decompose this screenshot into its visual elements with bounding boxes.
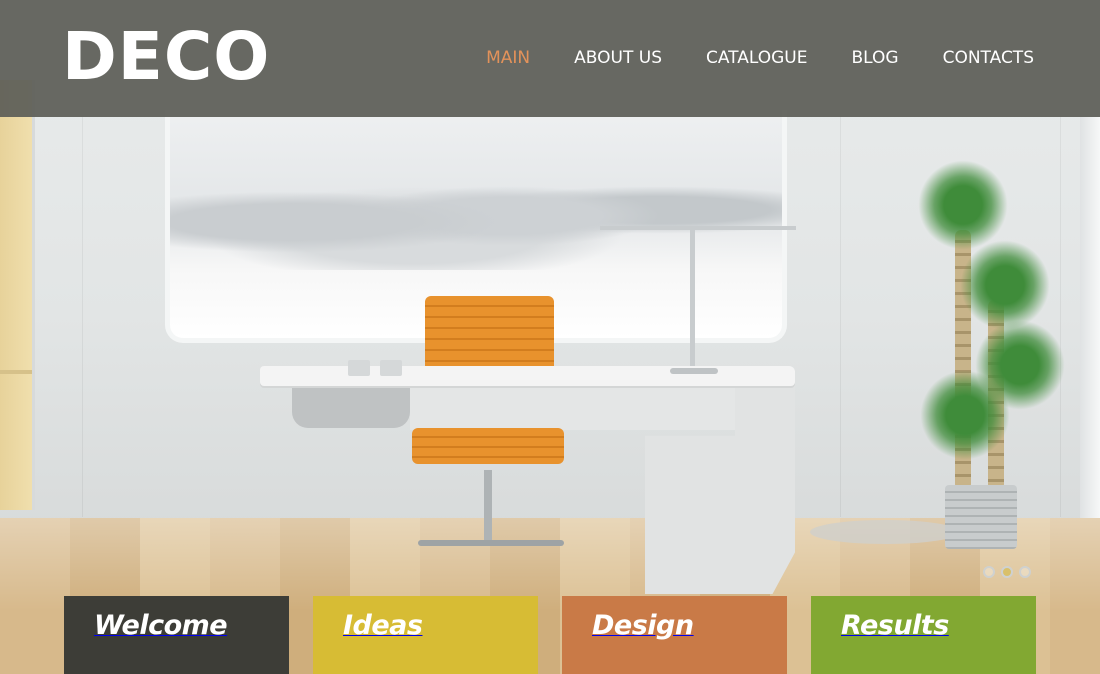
tile-label: Design: [592, 610, 694, 641]
plant-pot: [945, 485, 1017, 549]
side-window: [1080, 117, 1100, 562]
site-logo[interactable]: DECO: [62, 20, 270, 94]
plant-leaves: [960, 240, 1050, 330]
nav-catalogue[interactable]: CATALOGUE: [706, 46, 807, 70]
site-header: DECO MAIN ABOUT US CATALOGUE BLOG CONTAC…: [0, 0, 1100, 117]
chair-seat: [412, 428, 564, 464]
nav-about-us[interactable]: ABOUT US: [574, 46, 662, 70]
cabinet: [0, 80, 35, 510]
tile-label: Welcome: [94, 610, 228, 641]
nav-main[interactable]: MAIN: [486, 46, 530, 70]
tile-label: Results: [841, 610, 949, 641]
chair-base: [418, 540, 564, 546]
tile-label: Ideas: [343, 610, 423, 641]
slider-pagination: [983, 566, 1031, 578]
rug: [810, 520, 960, 544]
slider-dot[interactable]: [1019, 566, 1031, 578]
pencil-cup: [348, 360, 370, 376]
slider-dot-active[interactable]: [1001, 566, 1013, 578]
desk-lamp-pole: [690, 230, 695, 370]
nav-blog[interactable]: BLOG: [851, 46, 898, 70]
plant-leaves: [920, 370, 1010, 460]
tile-ideas[interactable]: Ideas: [313, 596, 538, 674]
main-nav: MAIN ABOUT US CATALOGUE BLOG CONTACTS: [442, 46, 1034, 70]
pencil-cup: [380, 360, 402, 376]
chair-pole: [484, 470, 492, 540]
tile-design[interactable]: Design: [562, 596, 787, 674]
tile-results[interactable]: Results: [811, 596, 1036, 674]
slider-dot[interactable]: [983, 566, 995, 578]
feature-tiles: Welcome Ideas Design Results: [64, 596, 1036, 674]
tile-welcome[interactable]: Welcome: [64, 596, 289, 674]
plant-leaves: [918, 160, 1008, 250]
wall-panel-divider: [840, 117, 841, 517]
wall-panel-divider: [82, 117, 83, 517]
cabinet-divider: [0, 370, 32, 374]
desk-lamp-arm: [600, 226, 796, 230]
chair-back: [425, 296, 554, 366]
wall-panel-divider: [1060, 117, 1061, 517]
desk-lamp-base: [670, 368, 718, 374]
nav-contacts[interactable]: CONTACTS: [943, 46, 1034, 70]
desk-drawer: [292, 386, 410, 428]
